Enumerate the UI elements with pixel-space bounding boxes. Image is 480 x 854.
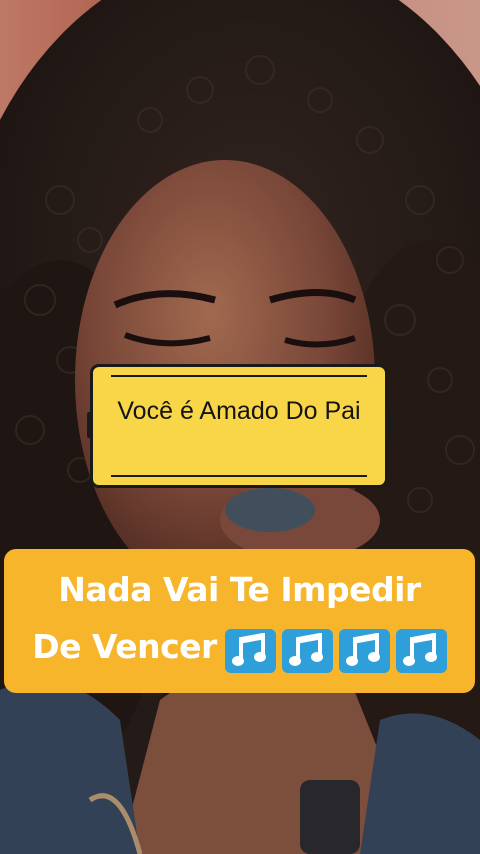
banner-line-2-text: De Vencer — [32, 627, 217, 666]
video-frame[interactable]: Você é Amado Do Pai Nada Vai Te Impedir … — [0, 0, 480, 854]
music-note-icon — [224, 628, 276, 673]
lyrics-banner: Nada Vai Te Impedir De Vencer — [4, 549, 475, 693]
caption-left-tab — [87, 412, 91, 438]
caption-box: Você é Amado Do Pai — [87, 364, 391, 488]
banner-line-2: De Vencer — [14, 618, 465, 677]
caption-top-rule — [111, 375, 367, 377]
music-note-icon — [281, 628, 333, 673]
music-note-icon — [338, 628, 390, 673]
banner-line-1: Nada Vai Te Impedir — [58, 570, 421, 609]
caption-right-tab — [387, 412, 391, 438]
music-note-icon — [395, 628, 447, 673]
music-notes — [219, 620, 447, 677]
caption-text: Você é Amado Do Pai — [117, 397, 361, 425]
caption-bottom-rule — [111, 475, 367, 477]
